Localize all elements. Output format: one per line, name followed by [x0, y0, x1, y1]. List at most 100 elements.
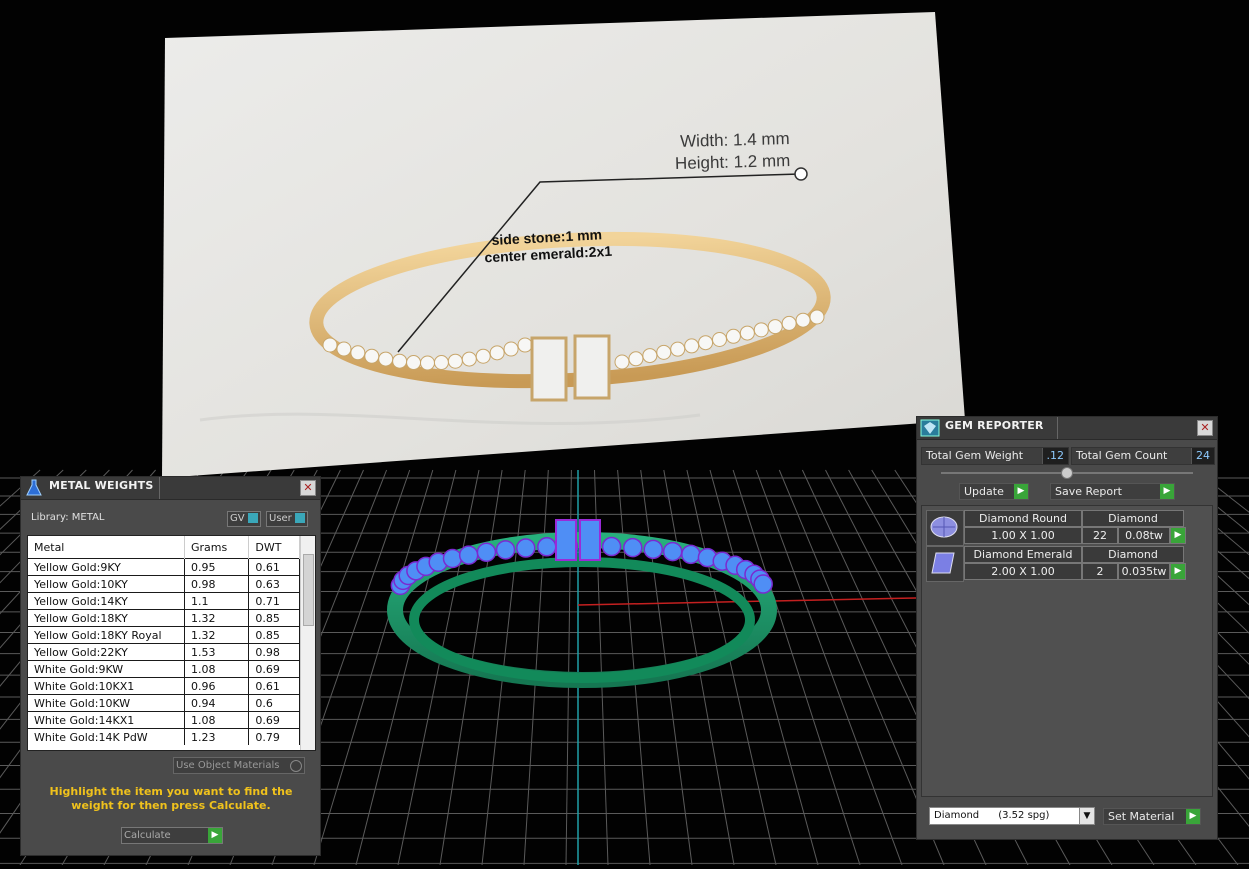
total-weight-label: Total Gem Weight — [922, 449, 1027, 462]
update-label: Update — [964, 485, 1004, 498]
table-row[interactable]: White Gold:14K PdW1.230.79 — [28, 729, 300, 746]
table-cell: 1.08 — [185, 712, 249, 729]
gem-size: 1.00 X 1.00 — [964, 527, 1082, 544]
material-select[interactable]: Diamond (3.52 spg) ▼ — [929, 807, 1095, 825]
metal-weights-titlebar[interactable]: METAL WEIGHTS ✕ — [21, 477, 320, 500]
table-row[interactable]: White Gold:10KW0.940.6 — [28, 695, 300, 712]
panel-title: GEM REPORTER — [945, 419, 1044, 432]
table-cell: 1.32 — [185, 610, 249, 627]
column-header[interactable]: Grams — [185, 536, 249, 559]
table-cell: 0.85 — [249, 610, 300, 627]
gem-reporter-titlebar[interactable]: GEM REPORTER ✕ — [917, 417, 1217, 440]
radio-icon — [290, 760, 302, 772]
material-select-value: Diamond (3.52 spg) — [934, 810, 1049, 821]
play-icon: ▶ — [1014, 484, 1028, 499]
table-cell: 0.98 — [249, 644, 300, 661]
play-icon: ▶ — [1186, 809, 1200, 824]
update-button[interactable]: Update ▶ — [959, 483, 1029, 500]
total-gem-count: Total Gem Count 24 — [1071, 447, 1215, 465]
metal-table[interactable]: MetalGramsDWT Yellow Gold:9KY0.950.61Yel… — [27, 535, 316, 751]
table-row[interactable]: Yellow Gold:18KY1.320.85 — [28, 610, 300, 627]
gem-material: Diamond — [1082, 546, 1184, 563]
table-row[interactable]: Yellow Gold:14KY1.10.71 — [28, 593, 300, 610]
table-cell: 0.85 — [249, 627, 300, 644]
set-material-button[interactable]: Set Material ▶ — [1103, 808, 1201, 825]
table-scrollbar[interactable] — [300, 536, 315, 750]
use-object-materials-checkbox[interactable]: Use Object Materials — [173, 757, 305, 774]
report-slider[interactable] — [941, 472, 1193, 474]
table-cell: 0.98 — [185, 576, 249, 593]
play-icon[interactable]: ▶ — [1170, 563, 1186, 580]
table-cell: Yellow Gold:10KY — [28, 576, 185, 593]
table-row[interactable]: Yellow Gold:22KY1.530.98 — [28, 644, 300, 661]
table-cell: Yellow Gold:18KY Royal — [28, 627, 185, 644]
table-cell: White Gold:14KX1 — [28, 712, 185, 729]
table-row[interactable]: White Gold:14KX11.080.69 — [28, 712, 300, 729]
total-gem-weight: Total Gem Weight .12 — [921, 447, 1069, 465]
table-cell: White Gold:9KW — [28, 661, 185, 678]
table-cell: 0.94 — [185, 695, 249, 712]
set-material-label: Set Material — [1108, 810, 1174, 823]
table-cell: 0.61 — [249, 678, 300, 695]
gv-indicator-icon — [248, 513, 258, 523]
title-tab-divider — [159, 477, 160, 499]
play-icon[interactable]: ▶ — [1170, 527, 1186, 544]
column-header[interactable]: Metal — [28, 536, 185, 559]
gem-size: 2.00 X 1.00 — [964, 563, 1082, 580]
slider-knob[interactable] — [1061, 467, 1073, 479]
user-indicator-icon — [295, 513, 305, 523]
gem-count: 22 — [1082, 527, 1118, 544]
gv-toggle[interactable]: GV — [227, 511, 261, 527]
calculate-dropdown[interactable]: Calculate ▶ — [121, 827, 223, 844]
table-cell: White Gold:10KX1 — [28, 678, 185, 695]
table-cell: Yellow Gold:9KY — [28, 559, 185, 576]
table-cell: White Gold:10KW — [28, 695, 185, 712]
table-row[interactable]: White Gold:9KW1.080.69 — [28, 661, 300, 678]
gem-reporter-panel: GEM REPORTER ✕ Total Gem Weight .12 Tota… — [916, 416, 1218, 840]
round-gem-icon — [926, 510, 964, 546]
play-icon[interactable]: ▶ — [208, 828, 222, 843]
table-row[interactable]: Yellow Gold:10KY0.980.63 — [28, 576, 300, 593]
table-cell: 0.69 — [249, 712, 300, 729]
gem-list[interactable]: Diamond RoundDiamond1.00 X 1.00220.08tw▶… — [921, 505, 1213, 797]
column-header[interactable]: DWT — [249, 536, 300, 559]
table-cell: 1.32 — [185, 627, 249, 644]
gem-row[interactable]: Diamond RoundDiamond1.00 X 1.00220.08tw▶ — [926, 510, 1188, 544]
table-row[interactable]: Yellow Gold:9KY0.950.61 — [28, 559, 300, 576]
chevron-down-icon[interactable]: ▼ — [1079, 808, 1094, 824]
table-cell: 1.1 — [185, 593, 249, 610]
table-cell: 0.95 — [185, 559, 249, 576]
title-tab-divider — [1057, 417, 1058, 439]
gem-row[interactable]: Diamond EmeraldDiamond2.00 X 1.0020.035t… — [926, 546, 1188, 580]
gv-label: GV — [230, 513, 245, 524]
library-label: Library: METAL — [31, 512, 104, 523]
table-cell: Yellow Gold:14KY — [28, 593, 185, 610]
save-report-button[interactable]: Save Report ▶ — [1050, 483, 1175, 500]
table-cell: White Gold:14K PdW — [28, 729, 185, 746]
total-count-label: Total Gem Count — [1072, 449, 1171, 462]
table-row[interactable]: White Gold:10KX10.960.61 — [28, 678, 300, 695]
gem-count: 2 — [1082, 563, 1118, 580]
save-label: Save Report — [1055, 485, 1122, 498]
close-button[interactable]: ✕ — [1197, 420, 1213, 436]
gem-shape: Diamond Emerald — [964, 546, 1082, 563]
gem-weight: 0.035tw — [1118, 563, 1170, 580]
gem-weight: 0.08tw — [1118, 527, 1170, 544]
gem-material: Diamond — [1082, 510, 1184, 527]
table-cell: Yellow Gold:22KY — [28, 644, 185, 661]
metal-weights-panel: METAL WEIGHTS ✕ Library: METAL GV User M… — [20, 476, 321, 856]
user-toggle[interactable]: User — [266, 511, 308, 527]
table-cell: 1.23 — [185, 729, 249, 746]
table-cell: 0.69 — [249, 661, 300, 678]
instruction-text: Highlight the item you want to find the … — [31, 785, 311, 813]
panel-title: METAL WEIGHTS — [49, 479, 153, 492]
table-cell: 0.96 — [185, 678, 249, 695]
gem-icon — [920, 419, 940, 440]
total-weight-value: .12 — [1042, 448, 1069, 464]
table-cell: 0.61 — [249, 559, 300, 576]
table-row[interactable]: Yellow Gold:18KY Royal1.320.85 — [28, 627, 300, 644]
table-cell: 0.79 — [249, 729, 300, 746]
scrollbar-thumb[interactable] — [303, 554, 314, 626]
table-cell: 1.53 — [185, 644, 249, 661]
close-button[interactable]: ✕ — [300, 480, 316, 496]
